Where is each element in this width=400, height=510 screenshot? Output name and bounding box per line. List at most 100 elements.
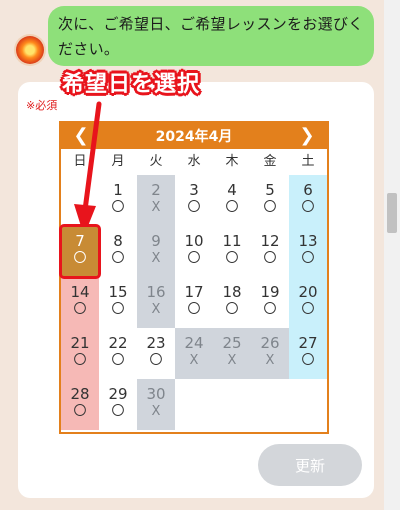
calendar-day-cell[interactable]: 12 〇: [251, 226, 289, 277]
page-scrollbar[interactable]: [384, 0, 400, 510]
calendar-day-cell[interactable]: 21 〇: [61, 328, 99, 379]
calendar-day-cell: 24 X: [175, 328, 213, 379]
calendar-day-cell[interactable]: 6〇: [289, 175, 327, 226]
calendar-empty-cell: [175, 379, 213, 430]
availability-mark: X: [151, 251, 161, 266]
day-number: 30: [146, 385, 166, 403]
calendar-day-cell[interactable]: 5〇: [251, 175, 289, 226]
day-number: 22: [108, 334, 128, 352]
availability-mark: X: [189, 353, 199, 368]
day-number: 2: [151, 181, 161, 199]
calendar-day-cell[interactable]: 18 〇: [213, 277, 251, 328]
availability-mark: 〇: [111, 251, 125, 266]
availability-mark: 〇: [225, 251, 239, 266]
day-number: 20: [298, 283, 318, 301]
calendar-day-cell[interactable]: 3〇: [175, 175, 213, 226]
day-number: 24: [184, 334, 204, 352]
calendar-day-cell[interactable]: 7〇: [59, 224, 101, 279]
availability-mark: 〇: [187, 251, 201, 266]
day-number: 18: [222, 283, 242, 301]
calendar-day-cell[interactable]: 14 〇: [61, 277, 99, 328]
availability-mark: 〇: [187, 200, 201, 215]
weekday-fri: 金: [263, 154, 277, 169]
calendar-day-cell[interactable]: 11 〇: [213, 226, 251, 277]
availability-mark: 〇: [73, 404, 87, 419]
day-number: 1: [113, 181, 123, 199]
day-number: 17: [184, 283, 204, 301]
bot-avatar: [16, 36, 44, 64]
calendar-empty-cell: [61, 175, 99, 226]
day-number: 15: [108, 283, 128, 301]
calendar-day-cell[interactable]: 17 〇: [175, 277, 213, 328]
weekday-mon: 月: [111, 154, 125, 169]
availability-mark: 〇: [111, 353, 125, 368]
chevron-right-icon[interactable]: ❯: [297, 123, 317, 149]
calendar-day-cell: 9X: [137, 226, 175, 277]
availability-mark: 〇: [263, 200, 277, 215]
calendar-day-grid: 1 〇 2 X 3 〇 4 〇 5 〇 6 〇 7 〇 8 〇 9 X 10 〇 11 〇 12 〇 13 〇 14 〇 15 〇 16 X 1…: [59, 175, 327, 430]
calendar-day-cell[interactable]: 4〇: [213, 175, 251, 226]
calendar-day-cell[interactable]: 23 〇: [137, 328, 175, 379]
availability-mark: 〇: [301, 353, 315, 368]
availability-mark: 〇: [225, 200, 239, 215]
day-number: 21: [70, 334, 90, 352]
chevron-left-icon[interactable]: ❮: [71, 123, 91, 149]
availability-mark: 〇: [225, 302, 239, 317]
day-number: 29: [108, 385, 128, 403]
day-number: 28: [70, 385, 90, 403]
day-number: 25: [222, 334, 242, 352]
calendar-day-cell[interactable]: 20 〇: [289, 277, 327, 328]
day-number: 16: [146, 283, 166, 301]
day-number: 8: [113, 232, 123, 250]
day-number: 11: [222, 232, 242, 250]
availability-mark: 〇: [301, 200, 315, 215]
availability-mark: 〇: [263, 302, 277, 317]
availability-mark: 〇: [301, 251, 315, 266]
availability-mark: X: [227, 353, 237, 368]
availability-mark: 〇: [263, 251, 277, 266]
calendar-day-cell[interactable]: 10 〇: [175, 226, 213, 277]
weekday-sun: 日: [73, 154, 87, 169]
availability-mark: X: [265, 353, 275, 368]
calendar-day-cell[interactable]: 19 〇: [251, 277, 289, 328]
calendar-day-cell: 2X: [137, 175, 175, 226]
availability-mark: X: [151, 404, 161, 419]
chat-message-text: 次に、ご希望日、ご希望レッスンをお選びください。: [58, 15, 364, 58]
availability-mark: 〇: [111, 302, 125, 317]
day-number: 3: [189, 181, 199, 199]
day-number: 4: [227, 181, 237, 199]
calendar-day-cell[interactable]: 15 〇: [99, 277, 137, 328]
required-label: ※必須: [26, 99, 58, 112]
calendar-month-title: 2024年4月: [155, 129, 233, 145]
calendar-day-cell: 26 X: [251, 328, 289, 379]
availability-mark: 〇: [187, 302, 201, 317]
availability-mark: X: [151, 302, 161, 317]
weekday-wed: 水: [187, 154, 201, 169]
update-button[interactable]: 更新: [258, 444, 362, 486]
calendar-empty-cell: [289, 379, 327, 430]
date-picker-calendar: ❮ 2024年4月 ❯ 日 月 火 水 木 金 土 1〇2X3〇4〇5〇6〇7〇…: [59, 121, 329, 434]
day-number: 26: [260, 334, 280, 352]
calendar-empty-cell: [213, 379, 251, 430]
day-number: 23: [146, 334, 166, 352]
availability-mark: 〇: [111, 404, 125, 419]
day-number: 7: [75, 232, 85, 250]
calendar-day-cell[interactable]: 22 〇: [99, 328, 137, 379]
annotation-label: 希望日を選択: [62, 72, 201, 97]
day-number: 6: [303, 181, 313, 199]
availability-mark: 〇: [73, 302, 87, 317]
day-number: 13: [298, 232, 318, 250]
calendar-day-cell[interactable]: 8〇: [99, 226, 137, 277]
chat-message-bubble: 次に、ご希望日、ご希望レッスンをお選びください。: [48, 6, 374, 66]
calendar-day-cell[interactable]: 13 〇: [289, 226, 327, 277]
calendar-day-cell: 30 X: [137, 379, 175, 430]
scrollbar-thumb[interactable]: [387, 193, 397, 233]
weekday-tue: 火: [149, 154, 163, 169]
calendar-empty-cell: [251, 379, 289, 430]
calendar-day-cell[interactable]: 29 〇: [99, 379, 137, 430]
availability-mark: 〇: [111, 200, 125, 215]
day-number: 5: [265, 181, 275, 199]
calendar-day-cell[interactable]: 27 〇: [289, 328, 327, 379]
calendar-day-cell[interactable]: 1〇: [99, 175, 137, 226]
calendar-day-cell[interactable]: 28 〇: [61, 379, 99, 430]
